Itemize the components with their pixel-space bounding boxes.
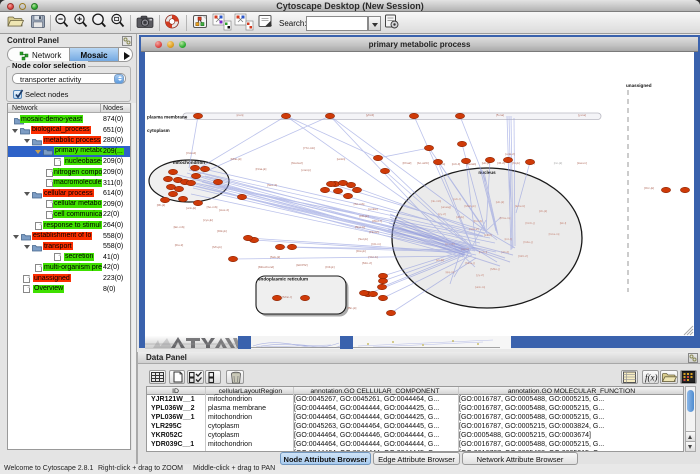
svg-text:[unkn]: [unkn] (337, 157, 346, 161)
svg-text:[Pca-m]: [Pca-m] (500, 216, 511, 220)
svg-text:[bc-wrth]: [bc-wrth] (417, 161, 429, 165)
svg-text:[EtOH2]: [EtOH2] (296, 263, 307, 267)
svg-text:[Ctt-m]: [Ctt-m] (371, 242, 380, 246)
svg-text:[Sel-jk]: [Sel-jk] (358, 237, 368, 241)
svg-text:[df-jk]: [df-jk] (456, 215, 464, 219)
svg-text:unassigned: unassigned (626, 83, 652, 88)
svg-text:cytoplasm: cytoplasm (147, 128, 170, 133)
svg-text:[Sec-2]: [Sec-2] (267, 183, 277, 187)
svg-text:[cys-jk]: [cys-jk] (203, 218, 213, 222)
svg-text:[Mab-jk]: [Mab-jk] (464, 204, 475, 208)
svg-text:[Bn-jk]: [Bn-jk] (348, 306, 357, 310)
svg-text:[cb-jk]: [cb-jk] (539, 209, 547, 213)
svg-text:[Fill-jk]: [Fill-jk] (326, 265, 335, 269)
svg-text:[Nuc-k]: [Nuc-k] (355, 225, 365, 229)
svg-text:[Dik-jk]: [Dik-jk] (217, 229, 227, 233)
svg-text:[Ykr-b]: [Ykr-b] (368, 255, 377, 259)
svg-text:[Db-jk]: [Db-jk] (360, 214, 369, 218)
svg-text:[vv-jk]: [vv-jk] (436, 258, 444, 262)
svg-text:[Mito-jk]: [Mito-jk] (231, 157, 242, 161)
svg-text:[Cde-j]: [Cde-j] (523, 240, 532, 244)
svg-text:[y-na]: [y-na] (578, 113, 586, 117)
svg-text:[unasg]: [unasg] (441, 205, 451, 209)
svg-text:[unk-m]: [unk-m] (475, 285, 485, 289)
svg-text:[cy-2]: [cy-2] (438, 212, 446, 216)
svg-text:[Wcc-l]: [Wcc-l] (372, 219, 382, 223)
svg-text:[Yhr-mb]: [Yhr-mb] (303, 146, 315, 150)
svg-text:[kk-l]: [kk-l] (560, 221, 567, 225)
svg-text:[mt-l]: [mt-l] (505, 237, 512, 241)
svg-text:[Nna-j]: [Nna-j] (465, 261, 474, 265)
svg-text:[Nna-jk]: [Nna-jk] (256, 167, 267, 171)
svg-text:[hm-b]: [hm-b] (474, 219, 483, 223)
svg-text:[Hmt2]: [Hmt2] (369, 230, 378, 234)
svg-text:[5-na]: [5-na] (496, 113, 504, 117)
svg-text:[con]: [con] (237, 113, 244, 117)
svg-text:endoplasmic reticulum: endoplasmic reticulum (258, 277, 308, 282)
svg-text:[Mm-2]: [Mm-2] (362, 261, 372, 265)
svg-text:[Dw-jk]: [Dw-jk] (356, 249, 366, 253)
svg-text:[Nucle2]: [Nucle2] (291, 161, 302, 165)
svg-text:[yhc2]: [yhc2] (366, 113, 374, 117)
svg-text:[tuberc]: [tuberc] (515, 204, 525, 208)
svg-text:[ht-jk]: [ht-jk] (512, 161, 520, 165)
svg-text:[Mito-j]: [Mito-j] (490, 267, 499, 271)
svg-text:[unk-jk]: [unk-jk] (186, 206, 196, 210)
svg-text:[Mt-jk]: [Mt-jk] (157, 203, 166, 207)
svg-text:[So-mb]: [So-mb] (207, 205, 218, 209)
svg-text:mitochondrion: mitochondrion (173, 160, 205, 165)
svg-text:[unk-2]: [unk-2] (505, 152, 515, 156)
svg-text:[Pca2]: [Pca2] (403, 161, 412, 165)
svg-text:[kkt2]: [kkt2] (484, 233, 492, 237)
svg-text:[Mitochond]: [Mitochond] (258, 265, 274, 269)
svg-text:[Du-2]: [Du-2] (175, 243, 184, 247)
svg-text:[nn-jk]: [nn-jk] (554, 161, 563, 165)
svg-text:[Yoko2]: [Yoko2] (186, 151, 196, 155)
svg-text:[Mn-jk]: [Mn-jk] (212, 245, 221, 249)
svg-text:[Sek-jk]: [Sek-jk] (270, 255, 280, 259)
svg-text:[ub-l]: [ub-l] (454, 197, 461, 201)
svg-text:[Mnn-l]: [Mnn-l] (282, 295, 292, 299)
svg-text:[Orc-jk]: [Orc-jk] (644, 186, 654, 190)
svg-text:[low-m]: [low-m] (577, 161, 587, 165)
svg-text:[yy-2]: [yy-2] (476, 273, 484, 277)
svg-text:[mb-ll]: [mb-ll] (452, 162, 461, 166)
svg-text:[En-mb]: [En-mb] (174, 225, 185, 229)
svg-text:f(x): f(x) (645, 373, 658, 383)
svg-text:[Sc-mb]: [Sc-mb] (354, 202, 365, 206)
svg-text:[Cca-m]: [Cca-m] (549, 232, 560, 236)
svg-text:[ww-2]: [ww-2] (470, 227, 479, 231)
svg-text:[comp]: [comp] (301, 168, 310, 172)
svg-text:[qq-m]: [qq-m] (446, 270, 455, 274)
svg-text:[ub-jk]: [ub-jk] (496, 200, 505, 204)
svg-text:[Ght-2]: [Ght-2] (518, 254, 528, 258)
svg-text:plasma membrane: plasma membrane (147, 115, 188, 120)
svg-text:[Aux-2]: [Aux-2] (219, 208, 229, 212)
svg-text:[unkw]: [unkw] (369, 207, 378, 211)
svg-text:[nk-mb]: [nk-mb] (431, 199, 441, 203)
svg-text:[Cnb-j]: [Cnb-j] (525, 221, 534, 225)
